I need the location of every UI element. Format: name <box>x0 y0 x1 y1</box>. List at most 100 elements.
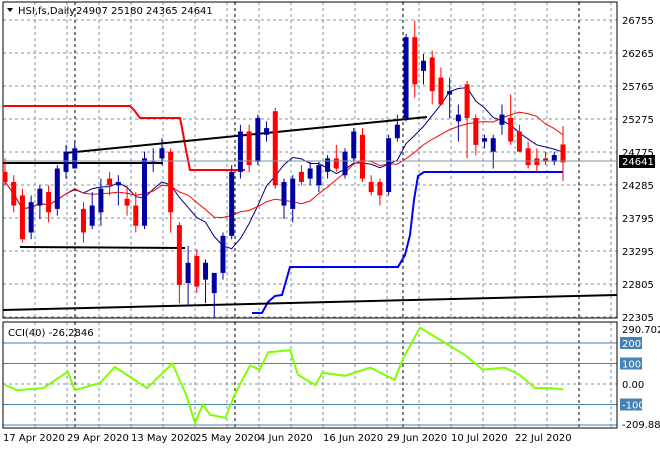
candle-bear <box>19 195 25 240</box>
date-label: 4 Jun 2020 <box>259 433 313 444</box>
cci-level-label: 0.00 <box>622 380 644 391</box>
trend-line-lower <box>2 294 618 311</box>
candle-bear <box>464 84 470 118</box>
candle-bear <box>298 171 304 182</box>
candle-bear <box>133 205 139 226</box>
cci-panel-frame <box>2 321 618 429</box>
candle-bull <box>403 37 409 118</box>
candle-bull <box>37 188 43 206</box>
price-axis-label: 23295 <box>622 247 654 258</box>
candle-bull <box>220 235 226 273</box>
ohlc-label: 24907 25180 24365 24641 <box>76 6 213 17</box>
cci-level-label: 200 <box>622 339 641 350</box>
candle-bull <box>351 131 357 159</box>
cci-line <box>4 326 564 426</box>
candle-bull <box>482 138 488 142</box>
price-axis-label: 26755 <box>622 16 654 27</box>
cci-axis: 200 100 0.00 -100 <box>620 337 645 412</box>
price-axis: 2675526265257652527524775242852379523295… <box>622 16 654 324</box>
candle-bear <box>412 37 418 85</box>
price-axis-label: 26265 <box>622 49 654 60</box>
candle-bear <box>194 256 200 287</box>
candle-bear <box>272 111 278 186</box>
candle-bear <box>377 181 383 196</box>
candle-bull <box>499 114 505 125</box>
candle-bear <box>246 131 252 166</box>
horizontal-line-support <box>19 246 186 249</box>
grid <box>3 2 617 428</box>
chart-canvas[interactable]: HSI,fs,Daily 24907 25180 24365 24641 CCI… <box>0 0 660 450</box>
candle-bull <box>54 168 60 209</box>
date-label: 17 Apr 2020 <box>3 433 65 444</box>
candle-bear <box>560 144 566 163</box>
date-label: 29 Apr 2020 <box>67 433 129 444</box>
candle-bull <box>28 202 34 233</box>
candle-bull <box>63 151 69 172</box>
candle-bull <box>203 262 209 280</box>
candle-bear <box>124 198 130 206</box>
candle-bull <box>386 138 392 193</box>
moving-averages <box>4 87 564 250</box>
candles <box>2 20 566 317</box>
candle-bull <box>159 148 165 159</box>
candle-bear <box>176 225 182 286</box>
candle-bull <box>264 128 270 135</box>
candle-bull <box>281 181 287 206</box>
candle-bull <box>307 168 313 179</box>
candle-bear <box>80 208 86 233</box>
candle-bull <box>447 91 453 95</box>
candle-bull <box>255 117 261 162</box>
date-label: 22 Jul 2020 <box>515 433 572 444</box>
price-axis-label: 25275 <box>622 115 654 126</box>
candle-bull <box>455 114 461 122</box>
candle-bear <box>333 158 339 169</box>
candle-bull <box>115 181 121 186</box>
candle-bear <box>525 148 531 166</box>
candle-bull <box>72 148 78 169</box>
candle-bull <box>316 165 322 186</box>
candle-bear <box>534 158 540 166</box>
candle-bull <box>98 188 104 213</box>
dropdown-triangle-icon[interactable] <box>7 8 13 12</box>
candle-bear <box>516 131 522 152</box>
candle-bull <box>142 158 147 226</box>
candle-bear <box>368 181 374 193</box>
date-label: 16 Jun 2020 <box>323 433 383 444</box>
ma-fast-line <box>4 87 564 250</box>
candle-bull <box>490 138 496 152</box>
candle-bear <box>359 134 365 179</box>
trend-line-upper <box>64 116 428 154</box>
price-axis-label: 24285 <box>622 181 654 192</box>
candle-bull <box>211 272 217 294</box>
candle-bull <box>325 158 331 172</box>
candle-bull <box>394 124 400 139</box>
cci-title: CCI(40) -26.2846 <box>8 328 94 339</box>
candle-bear <box>2 171 8 182</box>
cci-level-label: 100 <box>622 360 641 371</box>
candle-bear <box>438 77 444 105</box>
candle-bull <box>185 262 191 283</box>
candle-bear <box>107 178 113 186</box>
support-step-line <box>252 171 563 314</box>
candle-bull <box>89 205 95 226</box>
chart-window[interactable]: HSI,fs,Daily 24907 25180 24365 24641 CCI… <box>0 0 660 450</box>
candle-bull <box>421 60 426 71</box>
candle-bear <box>11 181 17 206</box>
price-axis-label: 22805 <box>622 280 654 291</box>
candle-bull <box>290 178 296 209</box>
price-axis-label: 22305 <box>622 313 654 324</box>
candle-bull <box>229 171 235 236</box>
candle-bear <box>429 57 435 92</box>
cci-level-label: -100 <box>622 401 645 412</box>
candle-bear <box>46 192 52 213</box>
cci-indicator <box>4 326 564 426</box>
price-axis-label: 23795 <box>622 214 654 225</box>
symbol-label: HSI,fs,Daily <box>18 6 75 17</box>
main-panel-frame <box>2 1 618 319</box>
date-label: 10 Jul 2020 <box>451 433 508 444</box>
time-axis: 17 Apr 2020 29 Apr 2020 13 May 202025 May … <box>3 433 572 444</box>
candle-bear <box>473 117 479 145</box>
cci-max-label: 290.7027 <box>622 325 660 336</box>
date-label: 29 Jun 2020 <box>387 433 447 444</box>
price-axis-label: 25765 <box>622 82 654 93</box>
